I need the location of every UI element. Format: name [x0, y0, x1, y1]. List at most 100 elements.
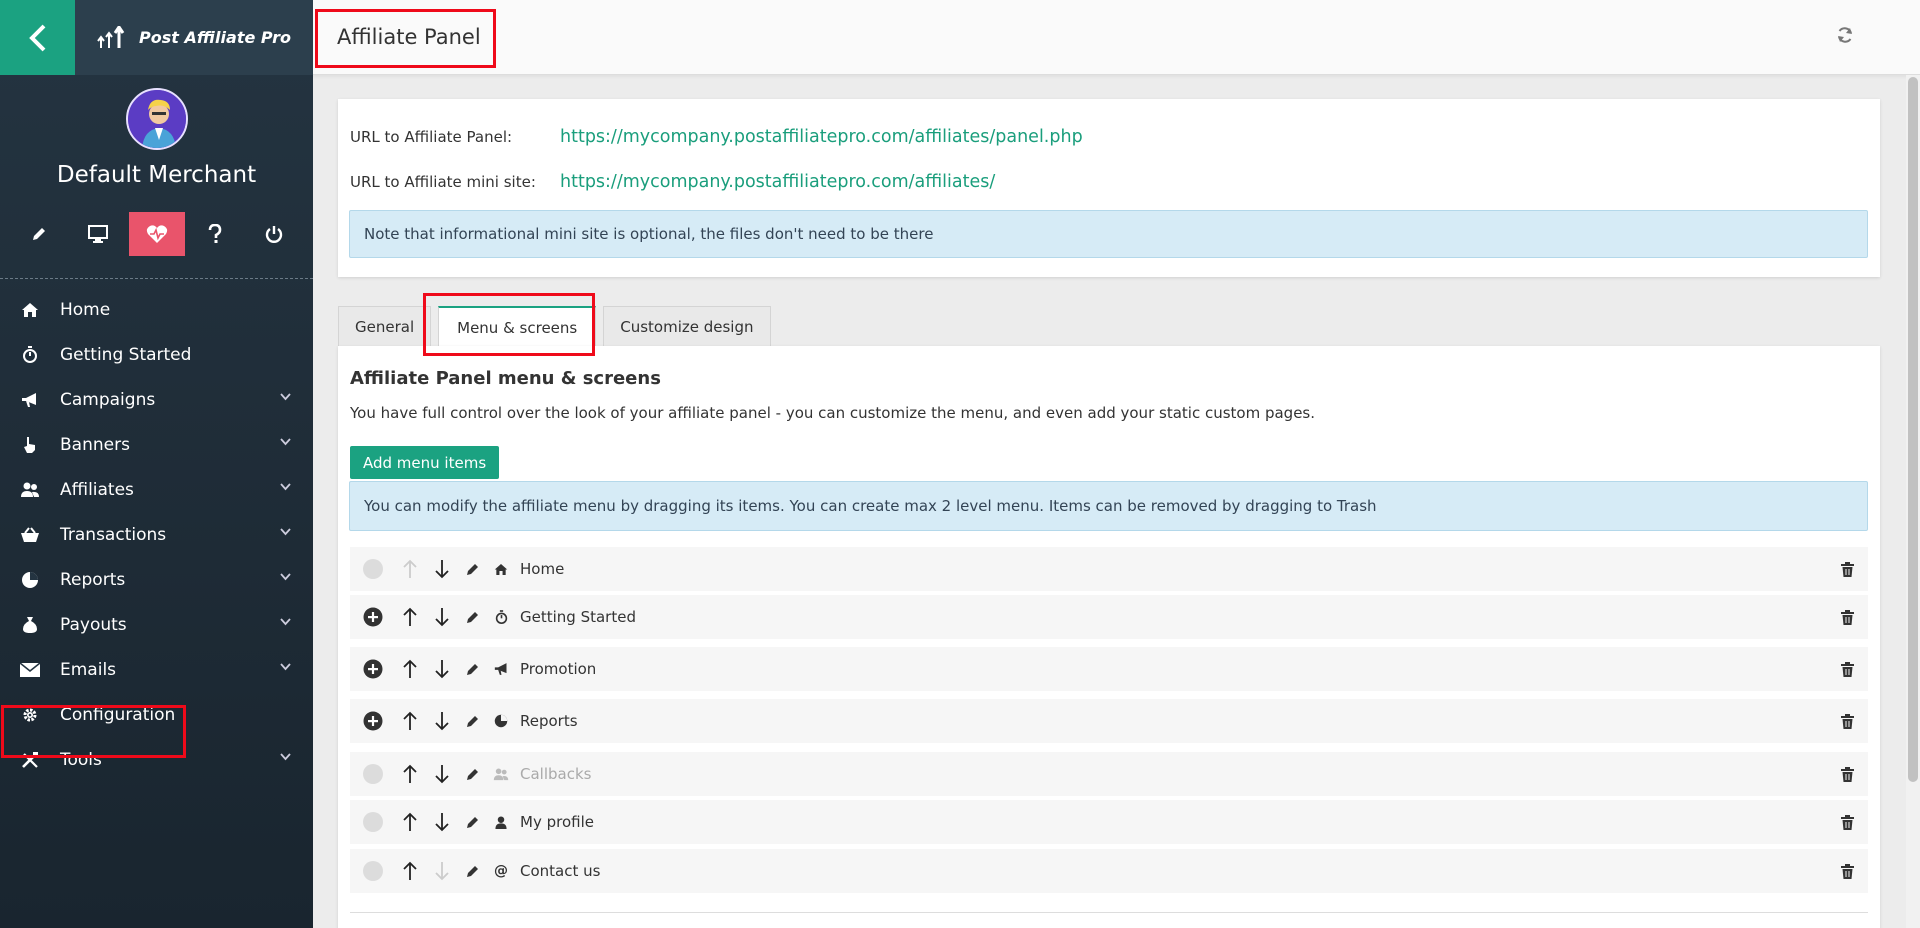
pencil-icon [33, 228, 45, 240]
tab-general[interactable]: General [338, 306, 432, 346]
panel-url-label: URL to Affiliate Panel: [350, 128, 513, 146]
health-button[interactable] [128, 212, 185, 256]
monitor-icon [87, 225, 108, 243]
chevron-down-icon [280, 483, 291, 491]
nav-item-campaigns[interactable]: Campaigns [0, 377, 313, 422]
move-down-button[interactable] [434, 710, 450, 732]
trash-icon [1840, 814, 1854, 830]
menu-row-reports[interactable]: Reports [350, 699, 1868, 743]
add-subitem-button[interactable] [363, 607, 383, 627]
move-up-button[interactable] [402, 658, 418, 680]
move-up-button[interactable] [402, 606, 418, 628]
user-icon [493, 814, 509, 830]
plus-circle-icon [363, 607, 383, 627]
nav-item-tools[interactable]: Tools [0, 737, 313, 782]
move-down-button[interactable] [434, 811, 450, 833]
envelope-icon [20, 661, 40, 679]
edit-button[interactable] [465, 814, 481, 830]
trash-icon [1840, 561, 1854, 577]
move-up-button[interactable] [402, 811, 418, 833]
urls-card: URL to Affiliate Panel: https://mycompan… [338, 99, 1880, 277]
mini-url-link[interactable]: https://mycompany.postaffiliatepro.com/a… [560, 172, 995, 192]
tab-menu-screens[interactable]: Menu & screens [438, 306, 597, 347]
main-nav: Home Getting Started Campaigns Banners A… [0, 287, 313, 782]
move-down-button[interactable] [434, 558, 450, 580]
arrow-down-icon [435, 813, 449, 832]
nav-item-reports[interactable]: Reports [0, 557, 313, 602]
nav-item-emails[interactable]: Emails [0, 647, 313, 692]
chevron-down-icon [280, 573, 291, 581]
at-icon: @ [494, 863, 508, 879]
monitor-button[interactable] [70, 212, 126, 256]
delete-button[interactable] [1840, 814, 1854, 830]
delete-button[interactable] [1840, 713, 1854, 729]
edit-profile-button[interactable] [11, 212, 67, 256]
edit-button[interactable] [465, 713, 481, 729]
money-bag-icon [20, 616, 40, 634]
heart-pulse-icon [146, 225, 167, 243]
add-subitem-button[interactable] [363, 711, 383, 731]
trash-icon [1840, 713, 1854, 729]
move-down-button[interactable] [434, 606, 450, 628]
plus-circle-icon [363, 711, 383, 731]
nav-label: Getting Started [60, 344, 192, 365]
menu-row-home[interactable]: Home [350, 547, 1868, 591]
add-menu-items-button[interactable]: Add menu items [350, 446, 500, 479]
back-button[interactable] [0, 0, 75, 75]
edit-button[interactable] [465, 561, 481, 577]
nav-item-payouts[interactable]: Payouts [0, 602, 313, 647]
nav-item-affiliates[interactable]: Affiliates [0, 467, 313, 512]
edit-button[interactable] [465, 766, 481, 782]
menu-row-contact-us[interactable]: @ Contact us [350, 849, 1868, 893]
nav-item-home[interactable]: Home [0, 287, 313, 332]
nav-label: Tools [60, 749, 102, 770]
scrollbar[interactable] [1906, 75, 1920, 928]
avatar[interactable] [125, 88, 188, 150]
move-down-button [434, 860, 450, 882]
move-up-button[interactable] [402, 860, 418, 882]
edit-button[interactable] [465, 863, 481, 879]
question-icon [208, 224, 222, 243]
edit-button[interactable] [465, 609, 481, 625]
nav-item-configuration[interactable]: Configuration [0, 692, 313, 737]
nav-item-transactions[interactable]: Transactions [0, 512, 313, 557]
nav-item-banners[interactable]: Banners [0, 422, 313, 467]
pencil-icon [467, 769, 478, 780]
tools-icon [20, 751, 40, 769]
stopwatch-icon [20, 345, 40, 364]
add-subitem-button[interactable] [363, 659, 383, 679]
delete-button[interactable] [1840, 863, 1854, 879]
arrow-down-icon [435, 660, 449, 679]
menu-row-promotion[interactable]: Promotion [350, 647, 1868, 691]
move-down-button[interactable] [434, 658, 450, 680]
topbar: Affiliate Panel [313, 0, 1920, 75]
nav-label: Configuration [60, 704, 176, 725]
panel-url-row: URL to Affiliate Panel: https://mycompan… [350, 127, 1083, 147]
delete-button[interactable] [1840, 561, 1854, 577]
chevron-down-icon [280, 438, 291, 446]
gear-icon [20, 706, 40, 724]
tab-customize-design[interactable]: Customize design [603, 306, 771, 346]
refresh-button[interactable] [1836, 26, 1854, 48]
delete-button[interactable] [1840, 766, 1854, 782]
nav-label: Banners [60, 434, 130, 455]
menu-row-callbacks[interactable]: Callbacks [350, 752, 1868, 796]
nav-item-getting-started[interactable]: Getting Started [0, 332, 313, 377]
menu-row-getting-started[interactable]: Getting Started [350, 595, 1868, 639]
help-button[interactable] [187, 212, 243, 256]
brand-name: Post Affiliate Pro [139, 28, 291, 47]
menu-info: You can modify the affiliate menu by dra… [349, 481, 1868, 531]
panel-url-link[interactable]: https://mycompany.postaffiliatepro.com/a… [560, 127, 1083, 147]
move-up-button[interactable] [402, 710, 418, 732]
move-down-button[interactable] [434, 763, 450, 785]
delete-button[interactable] [1840, 661, 1854, 677]
logout-button[interactable] [246, 212, 302, 256]
users-icon [493, 766, 509, 782]
menu-row-my-profile[interactable]: My profile [350, 800, 1868, 844]
edit-button[interactable] [465, 661, 481, 677]
delete-button[interactable] [1840, 609, 1854, 625]
nav-label: Affiliates [60, 479, 134, 500]
home-icon [493, 561, 509, 577]
scroll-thumb[interactable] [1908, 77, 1918, 782]
move-up-button[interactable] [402, 763, 418, 785]
